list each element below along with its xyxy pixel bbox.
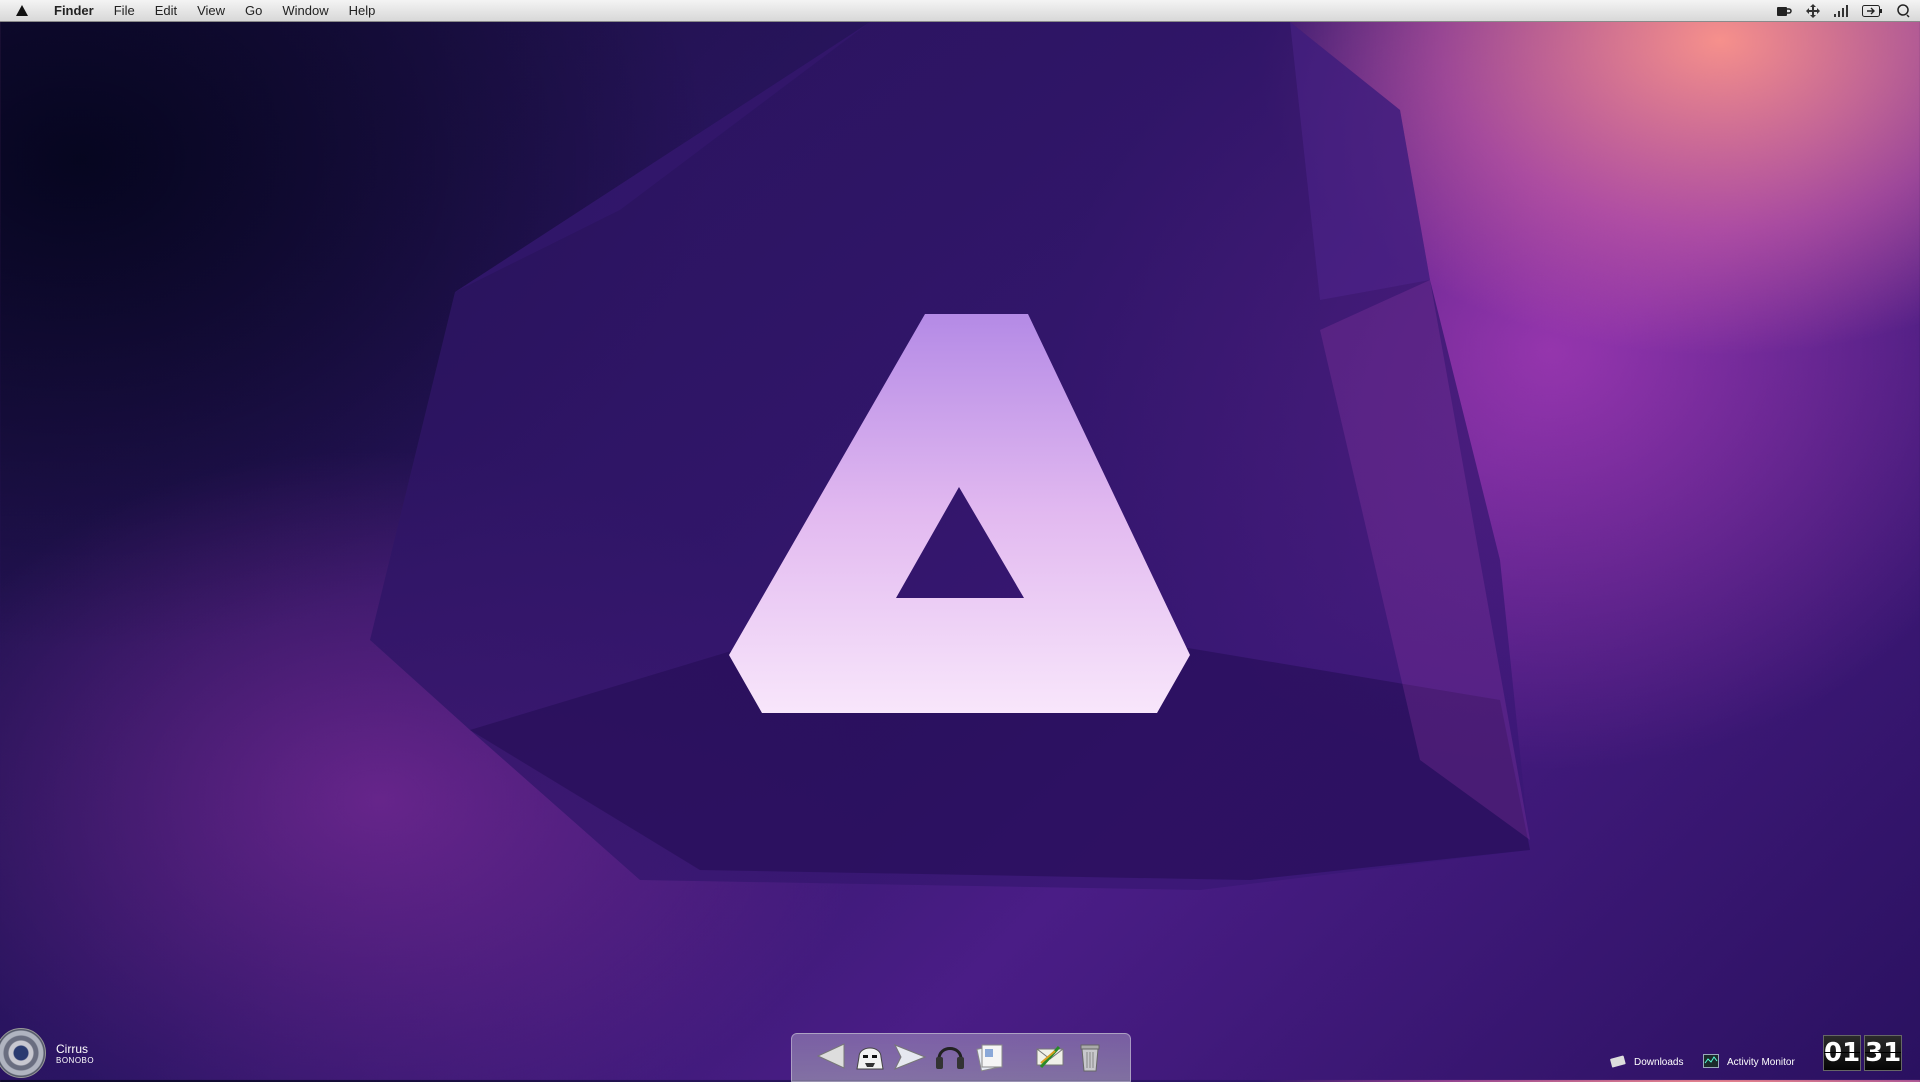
menu-view[interactable]: View xyxy=(197,3,225,18)
send-arrow-icon[interactable] xyxy=(892,1038,928,1074)
download-icon xyxy=(1610,1054,1626,1071)
headphones-icon[interactable] xyxy=(932,1038,968,1074)
album-art-disc[interactable] xyxy=(0,1028,46,1078)
menu-bar: Finder File Edit View Go Window Help xyxy=(0,0,1920,22)
move-arrows-icon[interactable] xyxy=(1806,3,1820,18)
menu-help[interactable]: Help xyxy=(349,3,376,18)
menu-file[interactable]: File xyxy=(114,3,135,18)
back-arrow-icon[interactable] xyxy=(812,1038,848,1074)
apple-menu-icon[interactable] xyxy=(16,5,40,16)
activity-monitor-icon xyxy=(1703,1054,1719,1071)
clock-hours: 01 xyxy=(1823,1035,1861,1071)
downloads-label: Downloads xyxy=(1634,1057,1684,1068)
track-title: Cirrus xyxy=(56,1041,88,1056)
menu-edit[interactable]: Edit xyxy=(155,3,177,18)
dock xyxy=(791,1033,1131,1082)
status-menu-area xyxy=(1776,0,1910,21)
clock-minutes: 31 xyxy=(1864,1035,1902,1071)
trash-can-icon[interactable] xyxy=(1072,1038,1108,1074)
menu-app-name[interactable]: Finder xyxy=(54,3,94,18)
menu-window[interactable]: Window xyxy=(282,3,328,18)
signal-bars-icon[interactable] xyxy=(1834,4,1848,17)
menu-go[interactable]: Go xyxy=(245,3,262,18)
spotlight-search-icon[interactable] xyxy=(1896,3,1910,18)
downloads-shortcut[interactable]: Downloads xyxy=(1610,1054,1683,1071)
mail-stamp-icon[interactable] xyxy=(1032,1038,1068,1074)
wallpaper xyxy=(370,22,1530,890)
flip-clock: 01 31 xyxy=(1823,1035,1902,1071)
stormtrooper-icon[interactable] xyxy=(852,1038,888,1074)
activity-monitor-shortcut[interactable]: Activity Monitor xyxy=(1703,1054,1795,1071)
track-artist: BONOBO xyxy=(56,1055,95,1065)
coffee-cup-icon[interactable] xyxy=(1776,4,1792,18)
documents-icon[interactable] xyxy=(972,1038,1008,1074)
activity-monitor-label: Activity Monitor xyxy=(1727,1057,1795,1068)
battery-icon[interactable] xyxy=(1862,4,1882,17)
now-playing-widget[interactable]: Cirrus BONOBO xyxy=(0,1028,94,1078)
